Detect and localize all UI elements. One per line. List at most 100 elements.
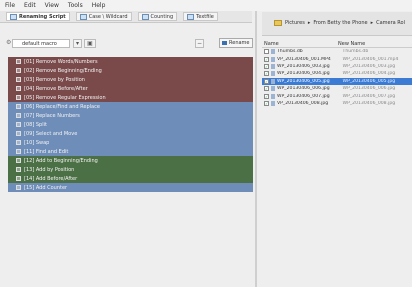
rule-item[interactable]: [01] Remove Words/Numbers (8, 57, 253, 66)
rule-item[interactable]: [14] Add Before/After (8, 174, 253, 183)
rule-label: [09] Select and Move (24, 130, 78, 137)
rule-label: [02] Remove Beginning/Ending (24, 67, 102, 74)
file-row[interactable]: ✓ WP_20130406_007.jpg WP_20130406_007.jpg (262, 92, 412, 99)
file-name: WP_20130406_007.jpg (277, 93, 330, 99)
rule-checkbox[interactable] (16, 149, 21, 154)
file-checkbox[interactable]: ✓ (264, 93, 269, 99)
rule-item[interactable]: [05] Remove Regular Expression (8, 93, 253, 102)
rule-label: [05] Remove Regular Expression (24, 94, 106, 101)
column-header-new-name[interactable]: New Name (336, 41, 412, 47)
file-checkbox[interactable] (264, 49, 269, 55)
breadcrumb-item[interactable]: From Betty the Phone (313, 20, 367, 26)
rule-item[interactable]: [02] Remove Beginning/Ending (8, 66, 253, 75)
file-row[interactable]: ✓ WP_20130406_004.jpg WP_20130406_004.jpg (262, 70, 412, 77)
rule-label: [10] Swap (24, 139, 50, 146)
file-name: WP_20130406_004.jpg (277, 71, 330, 77)
preset-select[interactable]: default macro (12, 38, 70, 48)
rule-checkbox[interactable] (16, 113, 21, 118)
save-preset-icon[interactable]: ▣ (84, 38, 96, 48)
file-icon (271, 100, 275, 106)
breadcrumb-item[interactable]: Camera Rol (376, 20, 405, 26)
rule-checkbox[interactable] (16, 122, 21, 127)
tab-label: Counting (150, 13, 174, 20)
rule-item[interactable]: [13] Add by Position (8, 165, 253, 174)
file-new-name: Thumbs.db (342, 49, 369, 55)
file-name: WP_20130406_003.jpg (277, 63, 330, 69)
rule-item[interactable]: [15] Add Counter (8, 183, 253, 192)
file-row[interactable]: ✓ WP_20130406_005.jpg WP_20130406_005.jpg (262, 77, 412, 85)
preset-dropdown-button[interactable]: ▾ (73, 38, 82, 48)
rule-checkbox[interactable] (16, 140, 21, 145)
file-row[interactable]: ✓ VP_20130406_001.MP4 WP_20130406_001.mp4 (262, 55, 412, 62)
rename-button[interactable]: Rename (219, 38, 253, 48)
rule-item[interactable]: [10] Swap (8, 138, 253, 147)
rule-label: [08] Split (24, 121, 47, 128)
menu-help[interactable]: Help (92, 2, 106, 9)
file-row[interactable]: ✓ VP_20130406_008.jpg WP_20130406_008.jpg (262, 100, 412, 107)
menu-file[interactable]: File (5, 2, 15, 9)
rule-checkbox[interactable] (16, 176, 21, 181)
menu-view[interactable]: View (45, 2, 59, 9)
rule-checkbox[interactable] (16, 68, 21, 73)
rule-item[interactable]: [04] Remove Before/After (8, 84, 253, 93)
rule-item[interactable]: [08] Split (8, 120, 253, 129)
gear-icon[interactable]: ⚙ (6, 39, 11, 46)
tab-case-wildcard[interactable]: Case \ Wildcard (75, 12, 132, 21)
rule-checkbox[interactable] (16, 158, 21, 163)
rule-group-counter: [15] Add Counter (8, 183, 253, 192)
rule-item[interactable]: [03] Remove by Position (8, 75, 253, 84)
file-list: Name New Name Thumbs.db Thumbs.db ✓ VP_2013… (262, 40, 412, 107)
breadcrumb: Pictures ▸ From Betty the Phone ▸ Camera… (274, 20, 405, 26)
rule-item[interactable]: [12] Add to Beginning/Ending (8, 156, 253, 165)
rule-label: [12] Add to Beginning/Ending (24, 157, 98, 164)
left-toolbar: ⚙ default macro ▾ ▣ − Rename (0, 35, 253, 51)
rule-group-add: [12] Add to Beginning/Ending [13] Add by… (8, 156, 253, 183)
rule-list: [01] Remove Words/Numbers [02] Remove Be… (8, 57, 253, 192)
rule-item[interactable]: [06] Replace/Find and Replace (8, 102, 253, 111)
counting-icon (141, 13, 149, 20)
rule-checkbox[interactable] (16, 95, 21, 100)
rule-checkbox[interactable] (16, 131, 21, 136)
rule-label: [03] Remove by Position (24, 76, 85, 83)
folder-icon[interactable] (274, 20, 282, 26)
rule-checkbox[interactable] (16, 167, 21, 172)
file-checkbox[interactable]: ✓ (264, 56, 269, 62)
menu-edit[interactable]: Edit (24, 2, 36, 9)
tab-textfile[interactable]: Textfile (183, 12, 218, 21)
tab-counting[interactable]: Counting (137, 12, 178, 21)
file-checkbox[interactable]: ✓ (264, 100, 269, 106)
file-icon (271, 78, 275, 84)
rule-checkbox[interactable] (16, 86, 21, 91)
rule-item[interactable]: [07] Replace Numbers (8, 111, 253, 120)
rule-checkbox[interactable] (16, 77, 21, 82)
file-new-name: WP_20130406_006.jpg (342, 86, 396, 92)
rule-checkbox[interactable] (16, 104, 21, 109)
tab-renaming-script[interactable]: Renaming Script (6, 12, 70, 21)
menu-tools[interactable]: Tools (68, 2, 83, 9)
zoom-out-button[interactable]: − (195, 38, 204, 48)
rule-checkbox[interactable] (16, 185, 21, 190)
chevron-right-icon: ▸ (307, 20, 311, 26)
pane-divider[interactable] (255, 11, 257, 287)
file-checkbox[interactable]: ✓ (264, 78, 269, 84)
column-header-name[interactable]: Name (262, 41, 336, 47)
file-new-name: WP_20130406_007.jpg (342, 93, 396, 99)
file-row[interactable]: ✓ WP_20130406_003.jpg WP_20130406_003.jpg (262, 63, 412, 70)
rule-checkbox[interactable] (16, 59, 21, 64)
file-row[interactable]: ✓ WP_20130406_006.jpg WP_20130406_006.jpg (262, 85, 412, 92)
tab-label: Case \ Wildcard (88, 13, 128, 20)
file-icon (271, 93, 275, 99)
file-checkbox[interactable]: ✓ (264, 86, 269, 92)
rule-label: [14] Add Before/After (24, 175, 78, 182)
file-checkbox[interactable]: ✓ (264, 71, 269, 77)
file-checkbox[interactable]: ✓ (264, 63, 269, 69)
rule-label: [07] Replace Numbers (24, 112, 80, 119)
rule-group-replace: [06] Replace/Find and Replace [07] Repla… (8, 102, 253, 156)
rule-item[interactable]: [09] Select and Move (8, 129, 253, 138)
file-icon (271, 86, 275, 92)
file-row[interactable]: Thumbs.db Thumbs.db (262, 48, 412, 55)
file-name: WP_20130406_005.jpg (277, 78, 330, 84)
breadcrumb-item[interactable]: Pictures (285, 20, 305, 26)
rule-item[interactable]: [11] Find and Edit (8, 147, 253, 156)
file-pane-header: Pictures ▸ From Betty the Phone ▸ Camera… (262, 12, 412, 36)
